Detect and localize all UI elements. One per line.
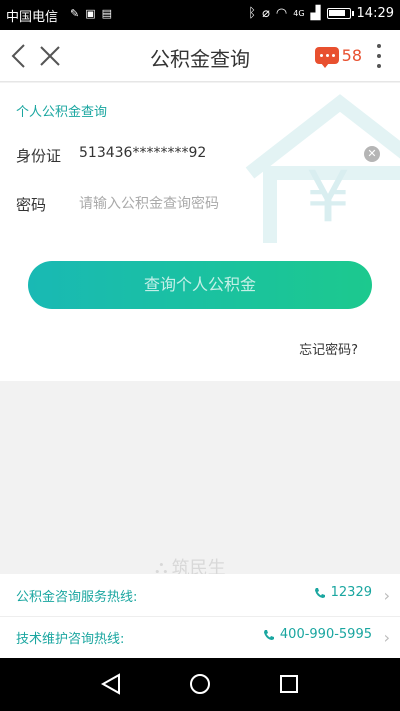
section-label: 个人公积金查询 <box>16 105 108 120</box>
hotline-name: 公积金咨询服务热线: <box>16 590 138 605</box>
hotline-number: 400-990-5995 <box>263 627 372 642</box>
image-icon: ▣ <box>85 7 96 20</box>
query-form: ¥ 个人公积金查询 身份证 513436********92 ✕ 密码 查询个人… <box>0 83 400 381</box>
more-vertical-icon[interactable] <box>376 44 382 68</box>
phone-icon <box>263 629 274 640</box>
message-button[interactable]: 58 <box>314 46 362 68</box>
password-row: 密码 <box>16 190 384 218</box>
bluetooth-icon: ᛒ <box>248 6 257 21</box>
query-button[interactable]: 查询个人公积金 <box>28 261 372 309</box>
phone-icon <box>314 587 325 598</box>
keyboard-icon: ▤ <box>101 7 113 20</box>
nav-back-icon[interactable] <box>99 672 123 696</box>
clear-icon[interactable]: ✕ <box>364 146 380 162</box>
vibrate-off-icon: ⌀ <box>262 6 270 21</box>
nav-recents-icon[interactable] <box>277 672 301 696</box>
chevron-right-icon: › <box>383 586 390 605</box>
signal-icon: ▟ <box>310 6 321 21</box>
chevron-right-icon: › <box>383 628 390 647</box>
id-row: 身份证 513436********92 <box>16 141 384 169</box>
hotline-list: 公积金咨询服务热线: 12329 › 技术维护咨询热线: 400-990-599… <box>0 574 400 658</box>
forgot-password-link[interactable]: 忘记密码? <box>299 339 358 358</box>
carrier-name: 中国电信 <box>6 10 59 25</box>
app-header: 公积金查询 58 <box>0 30 400 82</box>
password-label: 密码 <box>16 196 47 214</box>
hotline-row[interactable]: 公积金咨询服务热线: 12329 › <box>0 574 400 616</box>
battery-fill <box>328 10 345 16</box>
system-nav-bar <box>0 658 400 711</box>
id-field[interactable]: 513436********92 <box>79 145 206 161</box>
status-right: ᛒ ⌀ ◠ 4G ▟ 14:29 <box>248 6 394 21</box>
hotline-number: 12329 <box>314 585 372 600</box>
hotline-row[interactable]: 技术维护咨询热线: 400-990-5995 › <box>0 616 400 658</box>
hotline-name: 技术维护咨询热线: <box>16 632 125 647</box>
id-label: 身份证 <box>16 147 62 165</box>
signal-mute-icon: ✎ <box>70 7 80 20</box>
password-field[interactable] <box>79 190 299 218</box>
status-bar: 中国电信 ✎ ▣ ▤ ᛒ ⌀ ◠ 4G ▟ 14:29 <box>0 0 400 30</box>
status-notification-icons: ✎ ▣ ▤ <box>70 7 112 20</box>
message-icon <box>314 47 339 68</box>
clock: 14:29 <box>356 6 394 21</box>
message-count: 58 <box>341 46 362 65</box>
wifi-icon: ◠ <box>275 6 288 21</box>
battery-icon <box>326 8 354 19</box>
network-type: 4G <box>293 9 305 18</box>
nav-home-icon[interactable] <box>188 672 212 696</box>
